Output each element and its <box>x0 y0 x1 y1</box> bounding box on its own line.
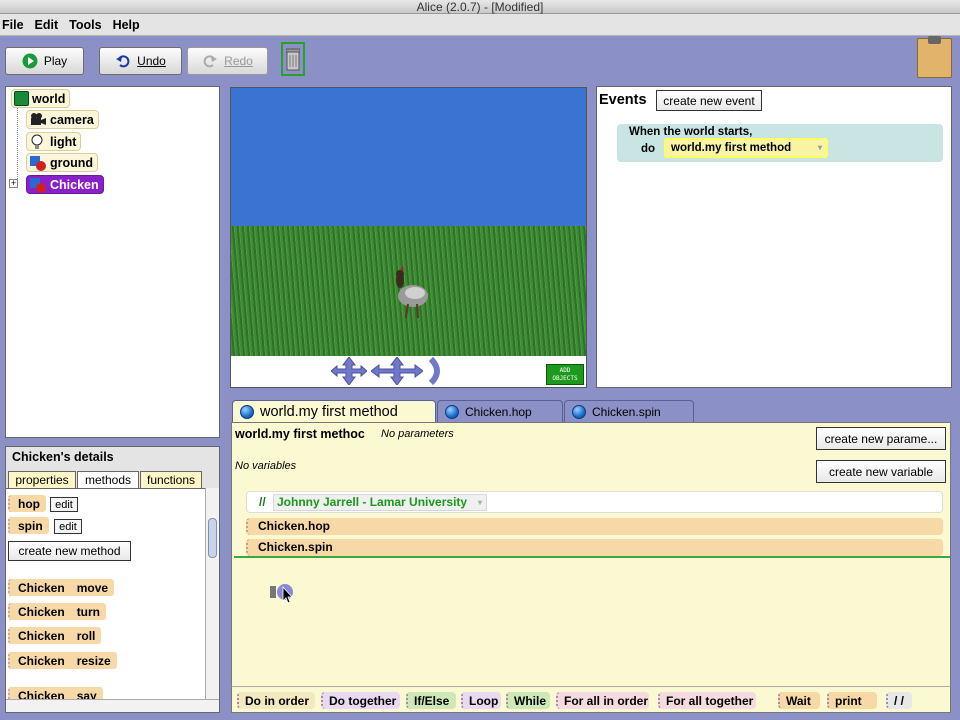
camera-icon <box>31 112 46 125</box>
statement-chicken-spin[interactable]: Chicken.spin <box>246 539 943 556</box>
shapes-icon <box>30 155 46 171</box>
control-loop[interactable]: Loop <box>461 692 501 709</box>
chicken-model <box>396 266 428 319</box>
comment-text[interactable]: Johnny Jarrell - Lamar University ▾ <box>273 494 487 511</box>
tab-world-my-first-method[interactable]: world.my first method <box>232 400 436 422</box>
method-editor[interactable]: world.my first methoc No parameters crea… <box>231 422 951 713</box>
control-for-all-together[interactable]: For all together <box>658 692 756 709</box>
sky <box>231 88 586 226</box>
redo-icon <box>203 55 218 68</box>
move-horizontal-icon[interactable] <box>371 357 423 385</box>
method-move[interactable]: Chicken move <box>8 579 115 596</box>
tree-item-chicken[interactable]: Chicken <box>26 175 104 194</box>
method-turn[interactable]: Chicken turn <box>8 603 107 620</box>
chevron-down-icon: ▾ <box>817 143 822 152</box>
control-do-together[interactable]: Do together <box>321 692 400 709</box>
menu-file[interactable]: File <box>2 18 24 32</box>
play-icon <box>22 53 38 69</box>
control-comment[interactable]: / / <box>886 692 912 709</box>
control-for-all-in-order[interactable]: For all in order <box>556 692 649 709</box>
horizontal-scrollbar[interactable] <box>6 699 219 712</box>
create-new-method-button[interactable]: create new method <box>8 541 131 561</box>
code-area[interactable]: // Johnny Jarrell - Lamar University ▾ C… <box>246 491 943 556</box>
control-wait[interactable]: Wait <box>778 692 820 709</box>
menu-edit[interactable]: Edit <box>35 18 59 32</box>
tab-chicken-hop[interactable]: Chicken.hop <box>437 400 563 422</box>
cursor-icon <box>277 584 293 604</box>
method-hop[interactable]: hop <box>8 495 46 512</box>
no-parameters-label: No parameters <box>381 428 454 440</box>
tab-chicken-spin[interactable]: Chicken.spin <box>564 400 694 422</box>
redo-label: Redo <box>224 54 253 68</box>
event-block[interactable]: When the world starts, do world.my first… <box>617 124 943 162</box>
menu-help[interactable]: Help <box>113 18 140 32</box>
undo-icon <box>116 55 130 68</box>
edit-spin-button[interactable]: edit <box>54 519 82 534</box>
play-label: Play <box>43 54 68 68</box>
menu-tools[interactable]: Tools <box>69 18 101 32</box>
statement-chicken-hop[interactable]: Chicken.hop <box>246 518 943 535</box>
control-print[interactable]: print <box>827 692 877 709</box>
control-do-in-order[interactable]: Do in order <box>237 692 315 709</box>
sphere-icon <box>572 404 586 419</box>
globe-icon <box>14 91 29 106</box>
lightbulb-icon <box>31 134 43 149</box>
events-panel: Events create new event When the world s… <box>596 86 952 388</box>
sphere-icon <box>445 404 459 419</box>
add-objects-button[interactable]: ADD OBJECTS <box>546 364 584 385</box>
event-do-label: do <box>641 143 656 155</box>
details-title: Chicken's details <box>12 450 114 464</box>
object-tree: world camera light ground + Chicken <box>5 86 220 438</box>
methods-list: hop edit spin edit create new method Chi… <box>6 488 205 699</box>
drop-indicator-line <box>234 556 950 558</box>
play-button[interactable]: Play <box>5 47 84 75</box>
tab-methods[interactable]: methods <box>77 471 139 488</box>
tree-item-world[interactable]: world <box>11 89 71 108</box>
no-variables-label: No variables <box>235 460 297 472</box>
tree-item-ground[interactable]: ground <box>26 153 99 172</box>
redo-button[interactable]: Redo <box>187 47 268 75</box>
comment-statement[interactable]: // Johnny Jarrell - Lamar University ▾ <box>246 491 943 513</box>
menu-bar: File Edit Tools Help <box>0 14 960 36</box>
details-panel: Chicken's details properties methods fun… <box>5 446 220 713</box>
events-title: Events <box>599 92 647 108</box>
rotate-icon[interactable] <box>427 357 443 385</box>
chevron-down-icon: ▾ <box>477 498 482 507</box>
undo-button[interactable]: Undo <box>99 47 182 75</box>
method-title: world.my first methoc <box>235 427 365 441</box>
event-trigger-text: When the world starts, <box>629 126 753 138</box>
move-arrows-icon[interactable] <box>331 357 367 385</box>
tree-item-camera[interactable]: camera <box>26 110 99 129</box>
event-method-dropdown[interactable]: world.my first method ▾ <box>664 138 828 158</box>
method-say[interactable]: Chicken say <box>8 687 103 699</box>
control-if-else[interactable]: If/Else <box>406 692 456 709</box>
sphere-icon <box>240 404 254 419</box>
edit-hop-button[interactable]: edit <box>50 497 78 512</box>
vertical-scrollbar[interactable] <box>205 488 219 699</box>
trash-can[interactable] <box>281 42 305 76</box>
method-roll[interactable]: Chicken roll <box>8 627 102 644</box>
expand-icon[interactable]: + <box>9 179 18 188</box>
shapes-icon <box>30 177 46 193</box>
control-while[interactable]: While <box>506 692 550 709</box>
create-new-event-button[interactable]: create new event <box>656 90 762 111</box>
tab-properties[interactable]: properties <box>8 471 76 488</box>
undo-label: Undo <box>137 54 166 68</box>
create-new-variable-button[interactable]: create new variable <box>816 460 946 483</box>
comment-slash: // <box>259 495 266 509</box>
method-resize[interactable]: Chicken resize <box>8 652 117 669</box>
tree-item-light[interactable]: light <box>26 132 82 151</box>
control-palette: Do in order Do together If/Else Loop Whi… <box>231 686 951 713</box>
tab-functions[interactable]: functions <box>140 471 202 488</box>
event-method-label: world.my first method <box>671 142 792 154</box>
create-new-parameter-button[interactable]: create new parame... <box>816 427 946 450</box>
window-title: Alice (2.0.7) - [Modified] <box>0 0 960 14</box>
clipboard-icon[interactable] <box>917 36 952 78</box>
method-spin[interactable]: spin <box>8 517 49 534</box>
trash-icon <box>286 48 300 71</box>
world-view[interactable]: ADD OBJECTS <box>230 87 587 388</box>
